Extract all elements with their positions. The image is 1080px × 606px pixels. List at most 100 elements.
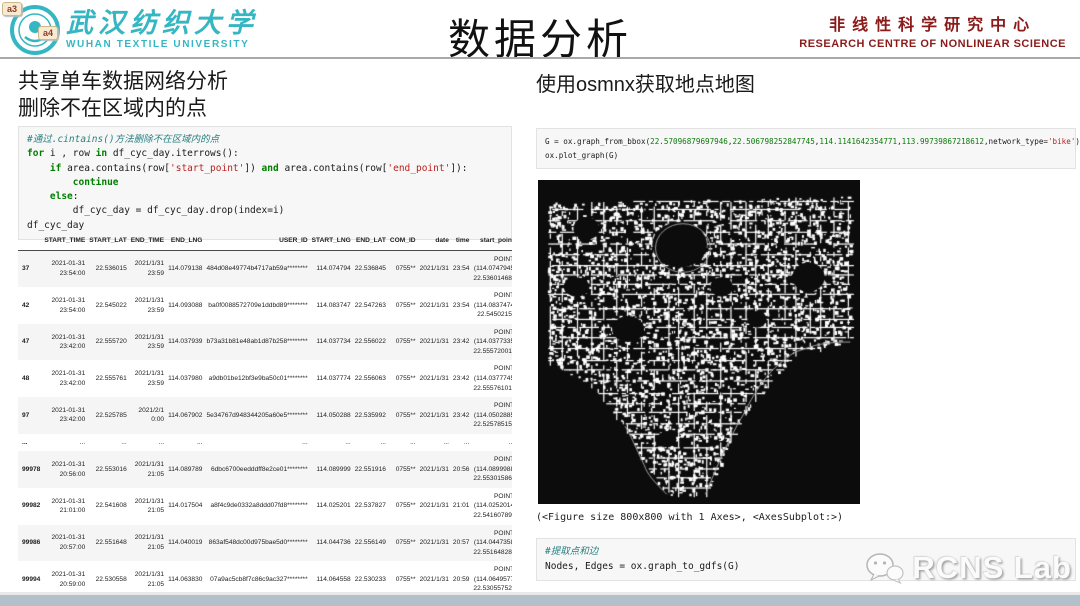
table-cell: 22.556022 [353, 324, 388, 361]
street-network-canvas [538, 180, 860, 504]
table-cell: 484d08e49774b4717ab59a******** [204, 250, 309, 287]
table-cell: b73a31b81e48ab1d87b258******** [204, 324, 309, 361]
right-section: 使用osmnx获取地点地图 G = ox.graph_from_bbox(22.… [536, 72, 1076, 98]
table-cell: 2021/1/31 [418, 360, 451, 397]
code-cell-filter-points: #通过.cintains()方法删除不在区域内的点for i , row in … [18, 126, 512, 240]
header-divider [0, 57, 1080, 59]
table-cell: 2021/1/31 [418, 324, 451, 361]
column-header: START_TIME [42, 232, 87, 250]
table-cell: POINT (114.0377745 22.55576101) [471, 360, 512, 397]
table-cell: 2021/1/31 21:05 [129, 451, 166, 488]
row-index: 42 [18, 287, 42, 324]
table-cell: ... [204, 434, 309, 452]
code-line: for i , row in df_cyc_day.iterrows(): [27, 147, 503, 161]
code-line: #通过.cintains()方法删除不在区域内的点 [27, 133, 503, 147]
code-line: df_cyc_day [27, 219, 503, 233]
table-cell: ... [87, 434, 128, 452]
table-cell: POINT (114.0447358 22.55164828) [471, 525, 512, 562]
table-cell: 6dbc6700eedddff8e2ce01******** [204, 451, 309, 488]
figure-size-caption: (<Figure size 800x800 with 1 Axes>, <Axe… [536, 512, 843, 523]
table-cell: 114.025201 [310, 488, 353, 525]
code-line: df_cyc_day = df_cyc_day.drop(index=i) [27, 204, 503, 218]
table-cell: 22.555720 [87, 324, 128, 361]
research-centre-name: 非线性科学研究中心 RESEARCH CENTRE OF NONLINEAR S… [799, 11, 1066, 50]
table-cell: 2021/1/31 [418, 488, 451, 525]
table-cell: 114.044736 [310, 525, 353, 562]
table-cell: 2021/1/31 23:59 [129, 360, 166, 397]
row-index: 99986 [18, 525, 42, 562]
column-header: START_LAT [87, 232, 128, 250]
table-cell: 2021-01-31 23:42:00 [42, 324, 87, 361]
table-cell: 2021/1/31 23:59 [129, 287, 166, 324]
annotation-badge-a3: a3 [2, 2, 22, 16]
table-cell: ... [388, 434, 418, 452]
table-cell: 23:54 [451, 287, 472, 324]
table-row: 422021-01-31 23:54:0022.5450222021/1/31 … [18, 287, 512, 324]
osmnx-street-network-map [538, 180, 860, 504]
table-cell: ... [451, 434, 472, 452]
table-cell: 0755** [388, 360, 418, 397]
table-cell: 21:01 [451, 488, 472, 525]
table-cell: 2021/1/31 [418, 397, 451, 434]
table-cell: 22.536015 [87, 250, 128, 287]
table-cell: 114.074794 [310, 250, 353, 287]
table-cell: 2021/1/31 [418, 451, 451, 488]
table-cell: ... [129, 434, 166, 452]
table-cell: ... [166, 434, 204, 452]
table-row: 372021-01-31 23:54:0022.5360152021/1/31 … [18, 250, 512, 287]
dataframe-output: START_TIMESTART_LATEND_TIMEEND_LNGUSER_I… [18, 232, 512, 606]
table-cell: ... [310, 434, 353, 452]
table-cell: 2021-01-31 20:56:00 [42, 451, 87, 488]
research-centre-en: RESEARCH CENTRE OF NONLINEAR SCIENCE [799, 38, 1066, 50]
table-cell: 23:42 [451, 360, 472, 397]
table-cell: 23:42 [451, 397, 472, 434]
watermark-text: RCNS Lab [912, 550, 1072, 586]
table-cell: 2021/1/31 21:05 [129, 525, 166, 562]
wechat-icon [864, 550, 904, 586]
table-cell: POINT (114.0899988 22.55301586) [471, 451, 512, 488]
table-cell: 2021/1/31 23:59 [129, 250, 166, 287]
table-cell: 23:54 [451, 250, 472, 287]
table-cell: 114.037980 [166, 360, 204, 397]
table-cell: 0755** [388, 525, 418, 562]
column-header: END_TIME [129, 232, 166, 250]
bike-trips-table: START_TIMESTART_LATEND_TIMEEND_LNGUSER_I… [18, 232, 512, 598]
table-row: 482021-01-31 23:42:0022.5557612021/1/31 … [18, 360, 512, 397]
table-cell: 22.553016 [87, 451, 128, 488]
rcns-lab-watermark: RCNS Lab [864, 550, 1072, 586]
table-cell: 22.545022 [87, 287, 128, 324]
column-header: COM_ID [388, 232, 418, 250]
column-header: USER_ID [204, 232, 309, 250]
table-cell: 2021/1/31 23:59 [129, 324, 166, 361]
table-cell: 22.547263 [353, 287, 388, 324]
table-cell: 22.536845 [353, 250, 388, 287]
table-row: ....................................... [18, 434, 512, 452]
row-index: 48 [18, 360, 42, 397]
table-cell: 114.017504 [166, 488, 204, 525]
row-index: 99982 [18, 488, 42, 525]
table-cell: 2021/1/31 [418, 287, 451, 324]
annotation-badge-a4: a4 [38, 26, 58, 40]
column-header [18, 232, 42, 250]
table-cell: ... [471, 434, 512, 452]
table-cell: 114.093088 [166, 287, 204, 324]
table-cell: 20:56 [451, 451, 472, 488]
table-cell: 22.537827 [353, 488, 388, 525]
left-section: 共享单车数据网络分析 删除不在区域内的点 #通过.cintains()方法删除不… [18, 68, 512, 123]
table-row: 999862021-01-31 20:57:0022.5516482021/1/… [18, 525, 512, 562]
table-cell: 2021-01-31 20:57:00 [42, 525, 87, 562]
table-cell: 863af548dc00d975bae5d0******** [204, 525, 309, 562]
left-heading: 共享单车数据网络分析 删除不在区域内的点 [18, 68, 512, 123]
row-index: 37 [18, 250, 42, 287]
table-cell: 22.551916 [353, 451, 388, 488]
column-header: time [451, 232, 472, 250]
table-cell: 2021-01-31 23:42:00 [42, 360, 87, 397]
left-heading-line1: 共享单车数据网络分析 [18, 68, 512, 95]
table-cell: POINT (114.0252014 22.54160789) [471, 488, 512, 525]
table-cell: ... [42, 434, 87, 452]
bottom-strip [0, 595, 1080, 606]
right-heading: 使用osmnx获取地点地图 [536, 72, 1076, 98]
table-cell: 114.037939 [166, 324, 204, 361]
table-cell: 22.556149 [353, 525, 388, 562]
column-header: END_LAT [353, 232, 388, 250]
